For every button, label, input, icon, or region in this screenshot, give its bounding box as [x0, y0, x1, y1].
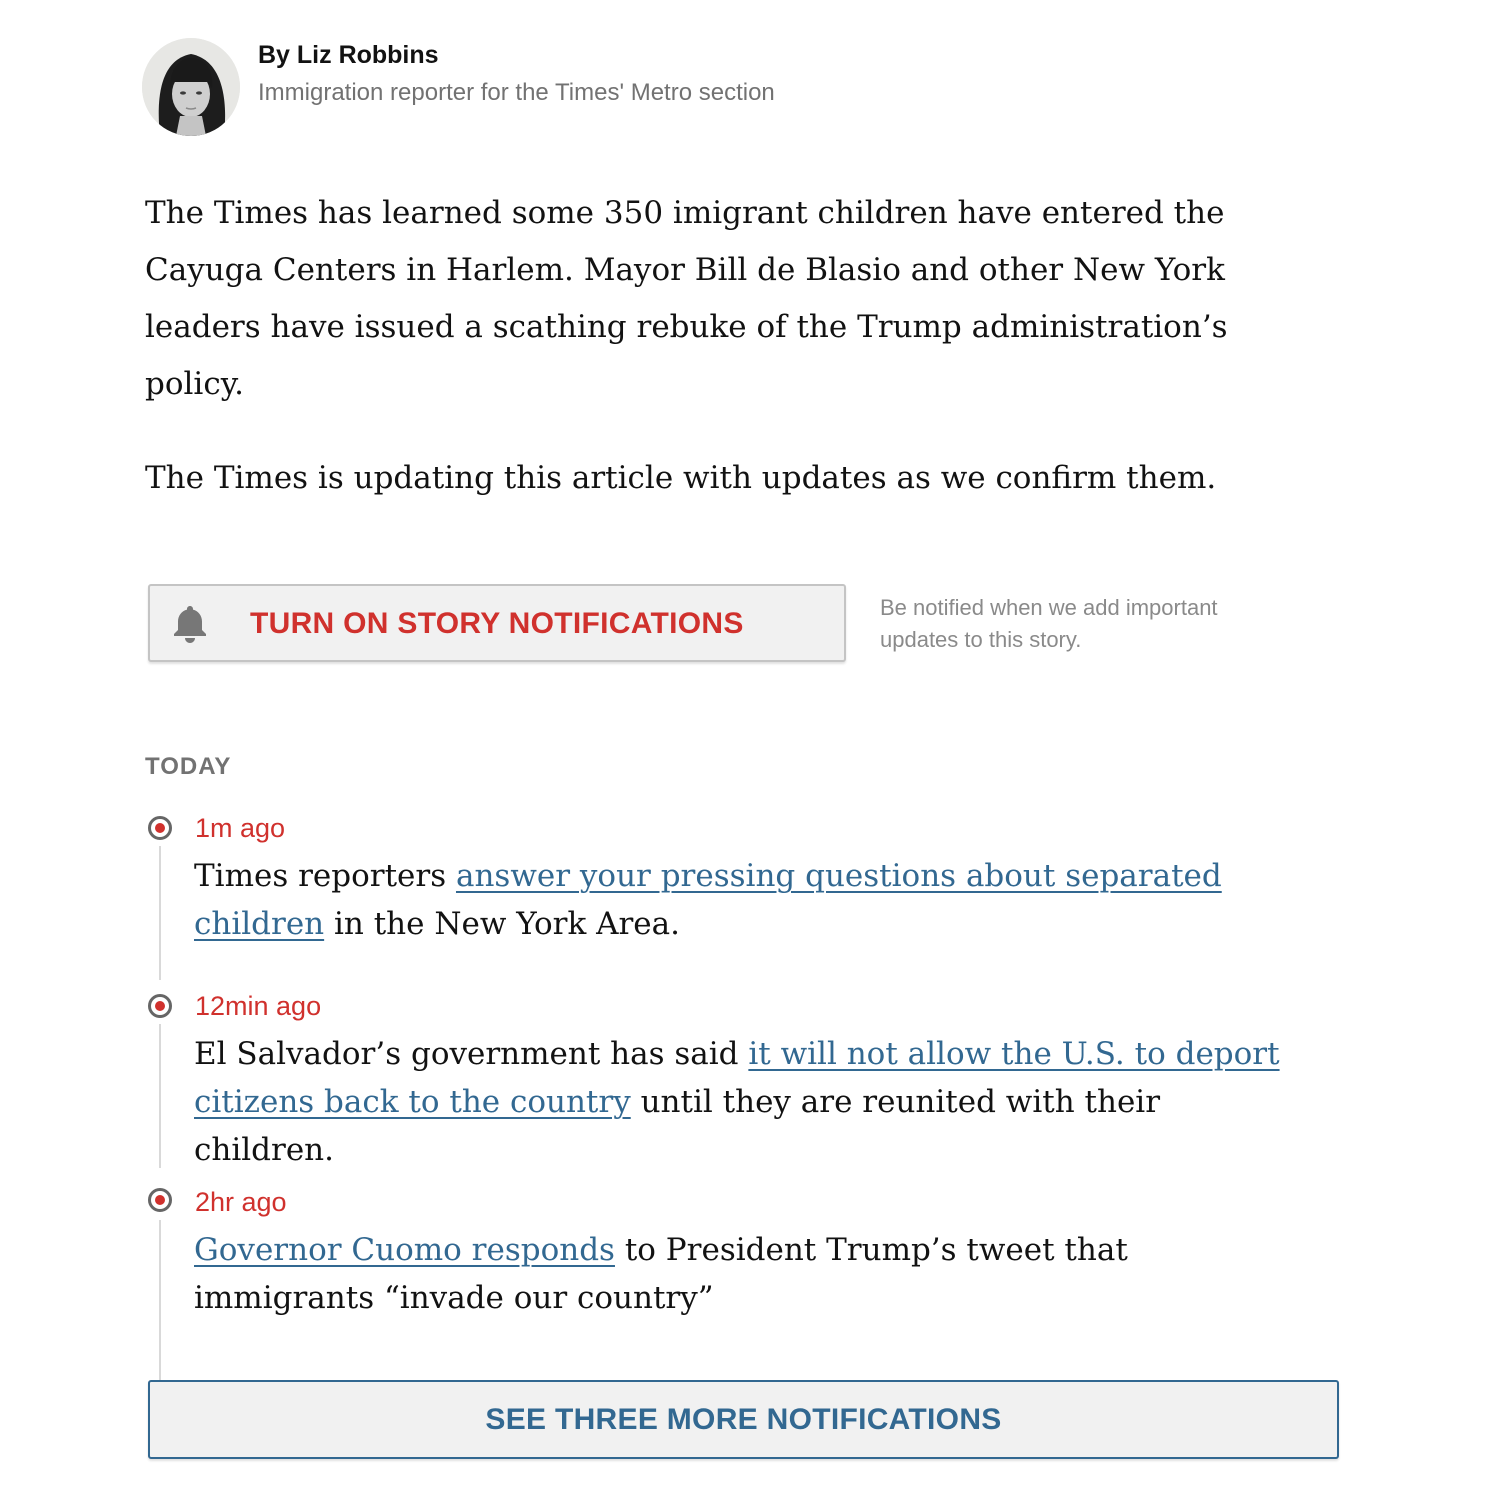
entry-timestamp: 12min ago	[195, 991, 322, 1021]
entry-text-before: El Salvador’s government has said	[194, 1036, 749, 1072]
author-role: Immigration reporter for the Times' Metr…	[258, 79, 775, 106]
entry-timestamp: 2hr ago	[195, 1187, 287, 1217]
timeline-entry-text: Governor Cuomo responds to President Tru…	[194, 1226, 1304, 1322]
article-paragraph-1: The Times has learned some 350 imigrant …	[145, 195, 1228, 402]
entry-text-after: in the New York Area.	[324, 906, 680, 942]
timeline-dot-icon	[148, 816, 172, 840]
entry-link[interactable]: Governor Cuomo responds	[194, 1232, 615, 1268]
notifications-button-label: TURN ON STORY NOTIFICATIONS	[250, 607, 744, 640]
article-paragraph-2: The Times is updating this article with …	[145, 460, 1217, 496]
timeline-dot-icon	[148, 1188, 172, 1212]
entry-timestamp: 1m ago	[195, 813, 286, 843]
see-more-notifications-button[interactable]: SEE THREE MORE NOTIFICATIONS	[148, 1380, 1339, 1459]
author-avatar[interactable]	[142, 38, 240, 136]
timeline-entry-text: Times reporters answer your pressing que…	[194, 852, 1304, 948]
turn-on-notifications-button[interactable]: TURN ON STORY NOTIFICATIONS	[148, 584, 846, 662]
timeline-dot-icon	[148, 994, 172, 1018]
author-name[interactable]: By Liz Robbins	[258, 38, 439, 72]
timeline-connector	[159, 1024, 161, 1168]
bell-icon	[174, 606, 206, 643]
entry-text-before: Times reporters	[194, 858, 456, 894]
timeline-section-label: TODAY	[145, 753, 232, 780]
timeline-connector	[159, 846, 161, 980]
timeline-entry-text: El Salvador’s government has said it wil…	[194, 1030, 1304, 1174]
timeline-connector	[159, 1220, 161, 1380]
byline: By Liz Robbins Immigration reporter for …	[142, 38, 842, 148]
notifications-description: Be notified when we add important update…	[880, 595, 1218, 652]
